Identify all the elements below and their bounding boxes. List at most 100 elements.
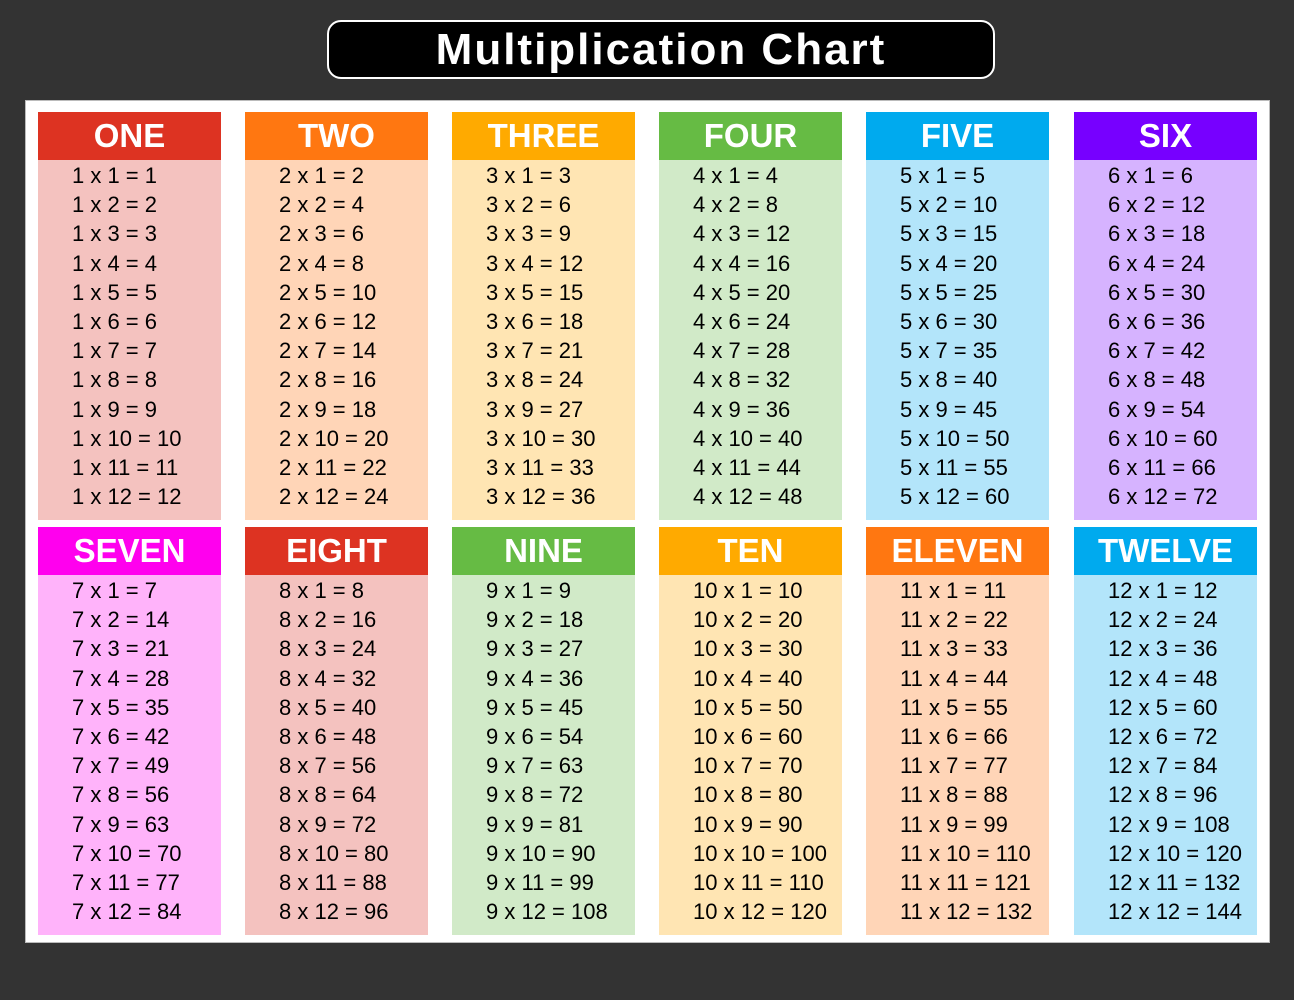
- table-row: 1 x 9 = 9: [72, 396, 158, 422]
- table-header: FOUR: [659, 112, 842, 160]
- table-row: 2 x 12 = 24: [279, 484, 389, 510]
- table-row: 3 x 4 = 12: [486, 250, 584, 276]
- table-card-eight: EIGHT 8 x 1 = 8 8 x 2 = 16 8 x 3 = 24 8 x 4 …: [245, 527, 428, 935]
- table-row: 11 x 2 = 22: [900, 607, 1008, 633]
- table-row: 3 x 3 = 9: [486, 221, 572, 247]
- table-row: 5 x 10 = 50: [900, 425, 1010, 451]
- table-row: 4 x 9 = 36: [693, 396, 791, 422]
- table-header: NINE: [452, 527, 635, 575]
- table-row: 12 x 2 = 24: [1108, 607, 1218, 633]
- table-row: 2 x 6 = 12: [279, 308, 377, 334]
- table-row: 2 x 1 = 2: [279, 163, 365, 188]
- table-row: 9 x 7 = 63: [486, 753, 584, 779]
- table-row: 6 x 3 = 18: [1108, 221, 1206, 247]
- table-row: 10 x 6 = 60: [693, 723, 803, 749]
- table-row: 11 x 11 = 121: [900, 869, 1031, 895]
- table-row: 6 x 1 = 6: [1108, 163, 1194, 188]
- table-row: 3 x 9 = 27: [486, 396, 584, 422]
- table-row: 3 x 10 = 30: [486, 425, 596, 451]
- table-row: 5 x 4 = 20: [900, 250, 998, 276]
- table-row: 12 x 8 = 96: [1108, 782, 1218, 808]
- table-row: 8 x 10 = 80: [279, 840, 389, 866]
- table-header: SEVEN: [38, 527, 221, 575]
- table-card-four: FOUR 4 x 1 = 4 4 x 2 = 8 4 x 3 = 12 4 x 4 = …: [659, 112, 842, 520]
- table-row: 5 x 11 = 55: [900, 454, 1008, 480]
- table-row: 4 x 7 = 28: [693, 338, 791, 364]
- table-header: TEN: [659, 527, 842, 575]
- table-row: 4 x 1 = 4: [693, 163, 779, 188]
- table-row: 4 x 8 = 32: [693, 367, 791, 393]
- table-body: 9 x 1 = 9 9 x 2 = 18 9 x 3 = 27 9 x 4 = 36 9…: [452, 575, 635, 935]
- table-row: 11 x 6 = 66: [900, 723, 1008, 749]
- table-row: 7 x 2 = 14: [72, 607, 170, 633]
- table-row: 7 x 4 = 28: [72, 665, 170, 691]
- table-row: 4 x 3 = 12: [693, 221, 791, 247]
- table-header: TWELVE: [1074, 527, 1257, 575]
- table-card-three: THREE 3 x 1 = 3 3 x 2 = 6 3 x 3 = 9 3 x 4 = …: [452, 112, 635, 520]
- table-row: 9 x 8 = 72: [486, 782, 584, 808]
- table-row: 1 x 1 = 1: [72, 163, 158, 188]
- table-row: 11 x 8 = 88: [900, 782, 1008, 808]
- table-row: 9 x 5 = 45: [486, 694, 584, 720]
- table-row: 4 x 12 = 48: [693, 484, 803, 510]
- table-body: 4 x 1 = 4 4 x 2 = 8 4 x 3 = 12 4 x 4 = 16 4 …: [659, 160, 842, 520]
- table-row: 5 x 5 = 25: [900, 279, 998, 305]
- table-header: FIVE: [866, 112, 1049, 160]
- table-row: 10 x 11 = 110: [693, 869, 824, 895]
- table-row: 10 x 7 = 70: [693, 753, 803, 779]
- table-row: 11 x 4 = 44: [900, 665, 1008, 691]
- table-body: 1 x 1 = 1 1 x 2 = 2 1 x 3 = 3 1 x 4 = 4 1 x …: [38, 160, 221, 520]
- table-row: 9 x 2 = 18: [486, 607, 584, 633]
- table-card-two: TWO 2 x 1 = 22 x 2 = 42 x 3 = 62 x 4 = 82…: [245, 112, 428, 520]
- table-body: 2 x 1 = 2 2 x 2 = 4 2 x 3 = 6 2 x 4 = 8 2 x …: [245, 160, 428, 520]
- table-row: 6 x 2 = 12: [1108, 192, 1206, 218]
- table-row: 6 x 11 = 66: [1108, 454, 1216, 480]
- table-row: 5 x 8 = 40: [900, 367, 998, 393]
- table-row: 10 x 5 = 50: [693, 694, 803, 720]
- table-header: ELEVEN: [866, 527, 1049, 575]
- table-row: 11 x 12 = 132: [900, 899, 1033, 925]
- table-row: 7 x 10 = 70: [72, 840, 182, 866]
- table-row: 1 x 8 = 8: [72, 367, 158, 393]
- table-row: 11 x 1 = 11: [900, 578, 1007, 603]
- page-title: Multiplication Chart: [435, 24, 887, 74]
- table-row: 1 x 2 = 2: [72, 192, 158, 218]
- table-row: 6 x 4 = 24: [1108, 250, 1206, 276]
- table-card-twelve: TWELVE 12 x 1 = 12 12 x 2 = 24 12 x 3 = 36 1…: [1074, 527, 1257, 935]
- table-header: THREE: [452, 112, 635, 160]
- table-row: 7 x 1 = 7: [72, 578, 158, 603]
- table-row: 5 x 12 = 60: [900, 484, 1010, 510]
- table-row: 9 x 3 = 27: [486, 636, 584, 662]
- table-row: 12 x 5 = 60: [1108, 694, 1218, 720]
- table-body: 12 x 1 = 12 12 x 2 = 24 12 x 3 = 36 12 x 4 …: [1074, 575, 1257, 935]
- table-row: 1 x 11 = 11: [72, 454, 179, 480]
- table-row: 2 x 4 = 8: [279, 250, 365, 276]
- table-row: 9 x 6 = 54: [486, 723, 584, 749]
- table-row: 4 x 5 = 20: [693, 279, 791, 305]
- table-row: 4 x 11 = 44: [693, 454, 801, 480]
- table-row: 6 x 5 = 30: [1108, 279, 1206, 305]
- table-row: 5 x 6 = 30: [900, 308, 998, 334]
- table-row: 2 x 8 = 16: [279, 367, 377, 393]
- table-row: 11 x 9 = 99: [900, 811, 1008, 837]
- table-row: 4 x 6 = 24: [693, 308, 791, 334]
- table-row: 12 x 1 = 12: [1108, 578, 1218, 603]
- table-row: 3 x 7 = 21: [486, 338, 584, 364]
- table-row: 9 x 1 = 9: [486, 578, 572, 603]
- table-row: 2 x 7 = 14: [279, 338, 377, 364]
- table-row: 1 x 12 = 12: [72, 484, 182, 510]
- table-row: 2 x 5 = 10: [279, 279, 377, 305]
- table-row: 7 x 9 = 63: [72, 811, 170, 837]
- table-row: 5 x 2 = 10: [900, 192, 998, 218]
- table-row: 12 x 6 = 72: [1108, 723, 1218, 749]
- table-row: 7 x 3 = 21: [72, 636, 170, 662]
- table-row: 10 x 1 = 10: [693, 578, 803, 603]
- table-row: 4 x 10 = 40: [693, 425, 803, 451]
- table-row: 11 x 5 = 55: [900, 694, 1008, 720]
- table-header: ONE: [38, 112, 221, 160]
- table-row: 1 x 7 = 7: [72, 338, 158, 364]
- table-row: 10 x 8 = 80: [693, 782, 803, 808]
- table-row: 10 x 4 = 40: [693, 665, 803, 691]
- table-row: 1 x 4 = 4: [72, 250, 158, 276]
- table-row: 6 x 8 = 48: [1108, 367, 1206, 393]
